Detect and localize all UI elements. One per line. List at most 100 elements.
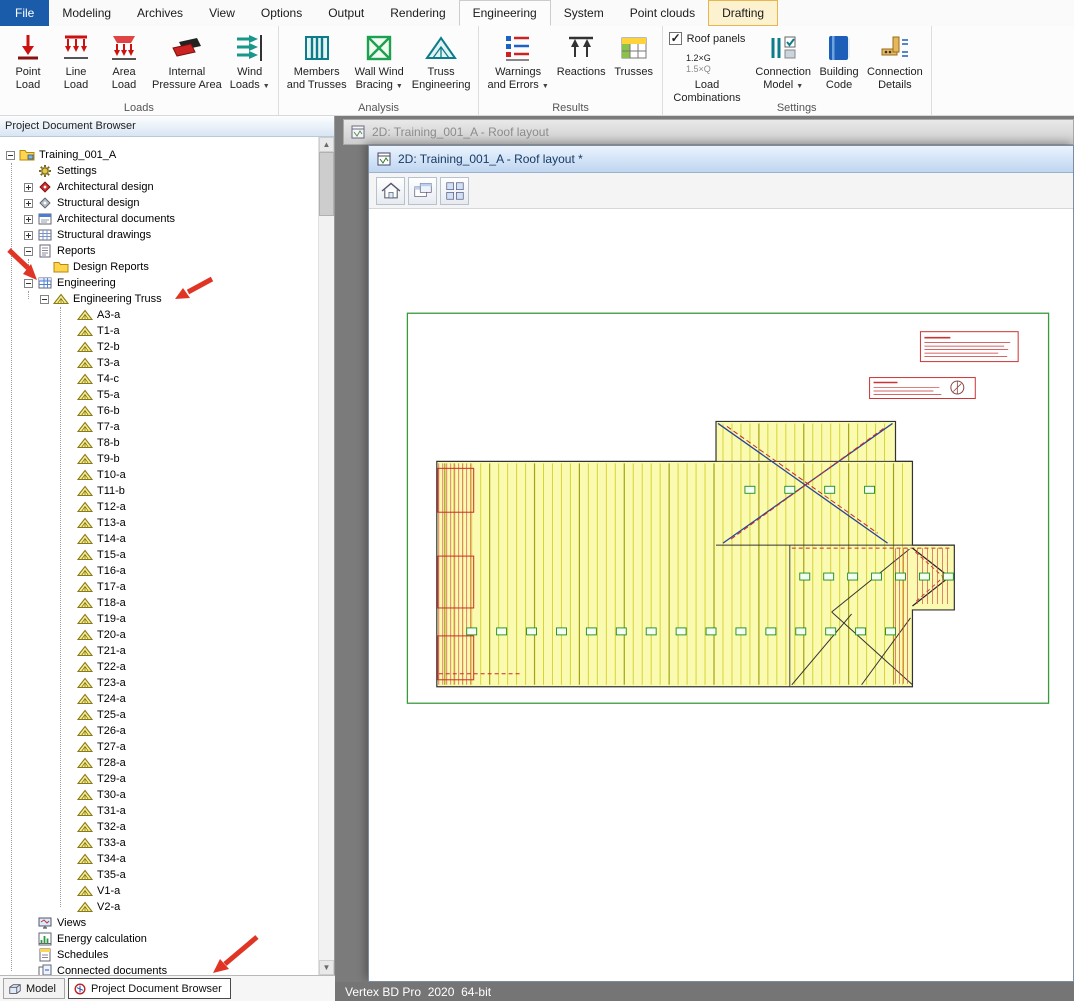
tree-item-v1-a[interactable]: V1-a [0, 883, 318, 899]
ribbon-button-truss-engineering[interactable]: TrussEngineering [409, 28, 474, 92]
tree-item-training-001-a[interactable]: Training_001_A [0, 147, 318, 163]
tree-item-t14-a[interactable]: T14-a [0, 531, 318, 547]
collapse-box-icon[interactable] [24, 279, 33, 288]
tree-item-energy-calculation[interactable]: Energy calculation [0, 931, 318, 947]
viewtool-cascade-button[interactable] [408, 177, 437, 205]
tree-item-t3-a[interactable]: T3-a [0, 355, 318, 371]
tree-item-t34-a[interactable]: T34-a [0, 851, 318, 867]
tree-item-t22-a[interactable]: T22-a [0, 659, 318, 675]
tree-item-views[interactable]: Views [0, 915, 318, 931]
tree-item-t4-c[interactable]: T4-c [0, 371, 318, 387]
ribbon-button-connection-details[interactable]: ConnectionDetails [864, 28, 926, 92]
ribbon-button-trusses[interactable]: Trusses [611, 28, 657, 80]
roof-panels-checkbox[interactable]: Roof panels [669, 32, 746, 45]
tree-item-t17-a[interactable]: T17-a [0, 579, 318, 595]
expand-box-icon[interactable] [24, 199, 33, 208]
tab-options[interactable]: Options [248, 0, 315, 26]
tab-output[interactable]: Output [315, 0, 377, 26]
tree-item-t6-b[interactable]: T6-b [0, 403, 318, 419]
tree-item-t30-a[interactable]: T30-a [0, 787, 318, 803]
tree-item-t29-a[interactable]: T29-a [0, 771, 318, 787]
tree-item-structural-drawings[interactable]: Structural drawings [0, 227, 318, 243]
ribbon-button-line-load[interactable]: LineLoad [53, 28, 99, 92]
drawing-canvas[interactable] [369, 209, 1073, 981]
tree-item-architectural-design[interactable]: Architectural design [0, 179, 318, 195]
collapse-box-icon[interactable] [6, 151, 15, 160]
bottom-tab-model[interactable]: Model [3, 978, 65, 999]
tree-item-t1-a[interactable]: T1-a [0, 323, 318, 339]
tree-item-t16-a[interactable]: T16-a [0, 563, 318, 579]
tree-item-t25-a[interactable]: T25-a [0, 707, 318, 723]
tree-item-t2-b[interactable]: T2-b [0, 339, 318, 355]
tree-item-t24-a[interactable]: T24-a [0, 691, 318, 707]
tree-item-connected-documents[interactable]: Connected documents [0, 963, 318, 975]
tree-item-v2-a[interactable]: V2-a [0, 899, 318, 915]
tab-archives[interactable]: Archives [124, 0, 196, 26]
tree-item-t19-a[interactable]: T19-a [0, 611, 318, 627]
tree-item-a3-a[interactable]: A3-a [0, 307, 318, 323]
tab-point-clouds[interactable]: Point clouds [617, 0, 708, 26]
tab-drafting[interactable]: Drafting [708, 0, 778, 26]
tab-system[interactable]: System [551, 0, 617, 26]
tree-item-structural-design[interactable]: Structural design [0, 195, 318, 211]
tree-item-t28-a[interactable]: T28-a [0, 755, 318, 771]
ribbon-button-members-and-trusses[interactable]: Membersand Trusses [284, 28, 350, 92]
ribbon-button-wall-wind-bracing[interactable]: Wall WindBracing▼ [352, 28, 407, 94]
expand-box-icon[interactable] [24, 183, 33, 192]
ribbon-button-wind-loads[interactable]: WindLoads▼ [227, 28, 273, 94]
tree-item-design-reports[interactable]: Design Reports [0, 259, 318, 275]
tree-item-t35-a[interactable]: T35-a [0, 867, 318, 883]
tree-item-t33-a[interactable]: T33-a [0, 835, 318, 851]
tree-item-t27-a[interactable]: T27-a [0, 739, 318, 755]
collapse-box-icon[interactable] [40, 295, 49, 304]
ribbon-button-building-code[interactable]: BuildingCode [816, 28, 862, 92]
scroll-thumb[interactable] [319, 152, 334, 216]
tree-item-engineering[interactable]: Engineering [0, 275, 318, 291]
tree-item-t15-a[interactable]: T15-a [0, 547, 318, 563]
tree-item-t7-a[interactable]: T7-a [0, 419, 318, 435]
ribbon-button-load-combinations[interactable]: 1.2×G1.5×QLoadCombinations [670, 49, 743, 105]
expand-box-icon[interactable] [24, 231, 33, 240]
tree-item-reports[interactable]: Reports [0, 243, 318, 259]
scroll-down-button[interactable]: ▼ [319, 960, 334, 975]
tree-item-engineering-truss[interactable]: Engineering Truss [0, 291, 318, 307]
tree-item-t31-a[interactable]: T31-a [0, 803, 318, 819]
ribbon-button-connection-model[interactable]: ConnectionModel▼ [752, 28, 814, 94]
tab-modeling[interactable]: Modeling [49, 0, 124, 26]
tree-item-t10-a[interactable]: T10-a [0, 467, 318, 483]
tab-file[interactable]: File [0, 0, 49, 26]
tree-item-t5-a[interactable]: T5-a [0, 387, 318, 403]
tab-rendering[interactable]: Rendering [377, 0, 458, 26]
collapse-box-icon[interactable] [24, 247, 33, 256]
checkbox-box[interactable] [669, 32, 682, 45]
ribbon-button-warnings-and-errors[interactable]: Warningsand Errors▼ [484, 28, 551, 94]
tree-scrollbar[interactable]: ▲ ▼ [318, 137, 334, 975]
tab-engineering[interactable]: Engineering [459, 0, 551, 26]
2d-window-titlebar[interactable]: 2D: Training_001_A - Roof layout * [369, 146, 1073, 173]
tab-view[interactable]: View [196, 0, 248, 26]
bottom-tab-project-document-browser[interactable]: Project Document Browser [68, 978, 231, 999]
viewtool-house-button[interactable] [376, 177, 405, 205]
tree-item-architectural-documents[interactable]: Architectural documents [0, 211, 318, 227]
scroll-up-button[interactable]: ▲ [319, 137, 334, 152]
tree-item-t18-a[interactable]: T18-a [0, 595, 318, 611]
tree-item-t9-b[interactable]: T9-b [0, 451, 318, 467]
ribbon-button-point-load[interactable]: PointLoad [5, 28, 51, 92]
tree-item-schedules[interactable]: Schedules [0, 947, 318, 963]
inactive-window-titlebar[interactable]: 2D: Training_001_A - Roof layout [343, 119, 1074, 145]
tree-item-t8-b[interactable]: T8-b [0, 435, 318, 451]
ribbon-button-internal-pressure-area[interactable]: InternalPressure Area [149, 28, 225, 92]
tree-item-t21-a[interactable]: T21-a [0, 643, 318, 659]
tree-item-t23-a[interactable]: T23-a [0, 675, 318, 691]
ribbon-button-area-load[interactable]: AreaLoad [101, 28, 147, 92]
viewtool-grid-button[interactable] [440, 177, 469, 205]
tree-item-settings[interactable]: Settings [0, 163, 318, 179]
tree-item-t13-a[interactable]: T13-a [0, 515, 318, 531]
tree-item-t12-a[interactable]: T12-a [0, 499, 318, 515]
ribbon-button-reactions[interactable]: Reactions [554, 28, 609, 80]
tree-item-t20-a[interactable]: T20-a [0, 627, 318, 643]
tree-item-t11-b[interactable]: T11-b [0, 483, 318, 499]
expand-box-icon[interactable] [24, 215, 33, 224]
tree-item-t32-a[interactable]: T32-a [0, 819, 318, 835]
tree-item-t26-a[interactable]: T26-a [0, 723, 318, 739]
